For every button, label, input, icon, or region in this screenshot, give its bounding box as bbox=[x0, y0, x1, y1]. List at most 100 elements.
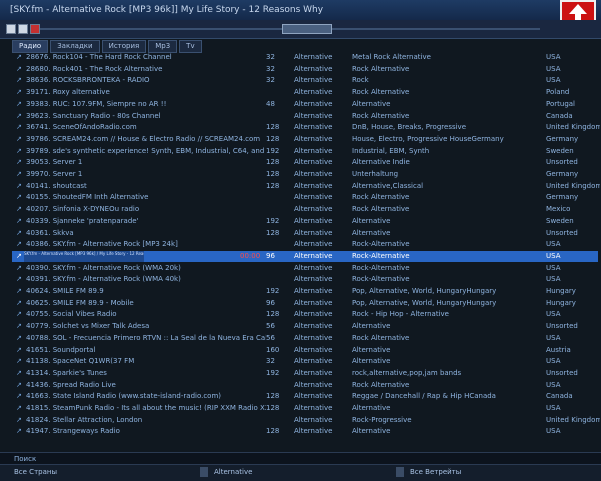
station-row[interactable]: ↗ 36741. SceneOfAndoRadio.com 128 Alternati… bbox=[12, 122, 600, 133]
station-country: Portugal bbox=[546, 99, 575, 108]
station-tags: Alternative bbox=[352, 99, 391, 108]
artist-filter[interactable]: Все Ветрейты bbox=[410, 468, 461, 476]
station-icon: ↗ bbox=[16, 123, 22, 132]
station-country: United Kingdom bbox=[546, 123, 600, 132]
artist-filter-icon bbox=[396, 467, 404, 477]
station-list[interactable]: ↗ 28676. Rock104 - The Hard Rock Channel 3… bbox=[12, 52, 600, 452]
station-icon: ↗ bbox=[16, 404, 22, 412]
station-genre: Alternative bbox=[294, 99, 333, 108]
station-tags: Reggae / Dancehall / Rap & Hip HCanada bbox=[352, 392, 496, 401]
station-row[interactable]: ↗ 28676. Rock104 - The Hard Rock Channel 3… bbox=[12, 52, 598, 63]
station-genre: Alternative bbox=[294, 146, 333, 155]
station-bitrate: 192 bbox=[266, 368, 280, 377]
station-country: Unsorted bbox=[546, 228, 578, 237]
station-tags: Rock-Alternative bbox=[352, 263, 410, 272]
station-name: 41824. Stellar Attraction, London bbox=[26, 415, 143, 424]
station-row[interactable]: ↗ 41314. Sparkie's Tunes 192 Alternative roc… bbox=[12, 368, 598, 379]
station-row[interactable]: ↗ 40788. SOL - Frecuencia Primero RTVN ::… bbox=[12, 333, 598, 344]
station-row[interactable]: ↗ SKY.fm - Alternative Rock [MP3 96k] / M… bbox=[12, 250, 598, 262]
station-genre: Alternative bbox=[294, 427, 333, 436]
station-bitrate: 96 bbox=[266, 251, 275, 260]
station-bitrate: 128 bbox=[266, 228, 280, 237]
station-country: Austria bbox=[546, 345, 571, 354]
station-tags: Rock-Alternative bbox=[352, 240, 410, 249]
play-button[interactable] bbox=[6, 24, 16, 34]
station-genre: Alternative bbox=[294, 170, 333, 178]
station-name: 40390. SKY.fm - Alternative Rock (WMA 20… bbox=[26, 263, 181, 272]
station-row[interactable]: ↗ 39786. SCREAM24.com // House & Electro … bbox=[12, 134, 598, 145]
player-toolbar bbox=[0, 20, 601, 39]
station-tags: Pop, Alternative, World, HungaryHungary bbox=[352, 298, 497, 307]
station-bitrate: 128 bbox=[266, 170, 280, 178]
station-name: 40361. Skkva bbox=[26, 228, 74, 237]
station-row[interactable]: ↗ 39970. Server 1 128 Alternative Unterhaltu… bbox=[12, 169, 598, 180]
seek-thumb[interactable] bbox=[282, 24, 332, 34]
station-name: 40625. SMILE FM 89.9 - Mobile bbox=[26, 298, 134, 307]
station-row[interactable]: ↗ 40390. SKY.fm - Alternative Rock (WMA 2… bbox=[12, 263, 598, 274]
station-name: 41436. Spread Radio Live bbox=[26, 380, 116, 389]
station-row[interactable]: ↗ 40755. Social Vibes Radio 128 Alternative… bbox=[12, 309, 598, 320]
station-country: Poland bbox=[546, 88, 570, 97]
station-row[interactable]: ↗ 40386. SKY.fm - Alternative Rock [MP3 2… bbox=[12, 239, 598, 250]
station-tags: Rock - Hip Hop - Alternative bbox=[352, 310, 449, 319]
station-row[interactable]: ↗ 41663. State Island Radio (www.state-is… bbox=[12, 391, 598, 402]
station-bitrate: 56 bbox=[266, 333, 275, 342]
station-row[interactable]: ↗ 39053. Server 1 128 Alternative Alternativ… bbox=[12, 157, 598, 168]
station-genre: Alternative bbox=[294, 310, 333, 319]
station-name: 41947. Strangeways Radio bbox=[26, 427, 120, 436]
station-row[interactable]: ↗ 40625. SMILE FM 89.9 - Mobile 96 Alternat… bbox=[12, 298, 598, 309]
station-bitrate: 160 bbox=[266, 345, 280, 354]
station-row[interactable]: ↗ 41436. Spread Radio Live Alternative Rock… bbox=[12, 380, 598, 391]
station-row[interactable]: ↗ 40207. Sinfonia X-DYNEOu radio Alternati… bbox=[12, 204, 598, 215]
station-row[interactable]: ↗ 40361. Skkva 128 Alternative Alternative Un… bbox=[12, 228, 598, 239]
station-bitrate: 32 bbox=[266, 64, 275, 73]
station-icon: ↗ bbox=[16, 240, 22, 249]
station-row[interactable]: ↗ 39383. RUC: 107.9FM, Siempre no AR !! 48… bbox=[12, 99, 598, 110]
station-genre: Alternative bbox=[294, 193, 333, 202]
title-bar: [SKY.fm - Alternative Rock [MP3 96k]] My… bbox=[0, 0, 601, 20]
station-row[interactable]: ↗ 40624. SMILE FM 89.9 192 Alternative Pop, … bbox=[12, 286, 598, 297]
station-row[interactable]: ↗ 41815. SteamPunk Radio - Its all about … bbox=[12, 403, 598, 414]
window-title: [SKY.fm - Alternative Rock [MP3 96k]] My… bbox=[10, 5, 324, 15]
station-row[interactable]: ↗ 41138. SpaceNet Q1WR(37 FM 32 Alternative… bbox=[12, 356, 598, 367]
station-row[interactable]: ↗ 41824. Stellar Attraction, London Altern… bbox=[12, 415, 600, 426]
station-row[interactable]: ↗ 28680. Rock401 - The Rock Alternative 32… bbox=[12, 64, 598, 75]
station-row[interactable]: ↗ 40155. ShoutedFM Inth Alternative Altern… bbox=[12, 192, 598, 203]
station-row[interactable]: ↗ 40779. Solchet vs Mixer Talk Adesa 56 Alt… bbox=[12, 321, 598, 332]
station-bitrate: 32 bbox=[266, 357, 275, 366]
station-row[interactable]: ↗ 41651. Soundportal 160 Alternative Alterna… bbox=[12, 345, 598, 356]
station-name: 39786. SCREAM24.com // House & Electro R… bbox=[26, 134, 261, 143]
station-bitrate: 32 bbox=[266, 76, 275, 85]
station-country: Germany bbox=[546, 134, 579, 143]
station-name: 40779. Solchet vs Mixer Talk Adesa bbox=[26, 322, 150, 331]
station-genre: Alternative bbox=[294, 64, 333, 73]
station-row[interactable] bbox=[12, 438, 598, 449]
station-tags: Alternative bbox=[352, 345, 391, 354]
station-icon: ↗ bbox=[16, 392, 22, 401]
station-row[interactable]: ↗ 40391. SKY.fm - Alternative Rock (WMA 4… bbox=[12, 274, 598, 285]
station-tags: Rock bbox=[352, 76, 369, 85]
station-name: 28680. Rock401 - The Rock Alternative bbox=[26, 64, 163, 73]
station-genre: Alternative bbox=[294, 368, 333, 377]
station-country: Germany bbox=[546, 170, 579, 178]
station-tags: rock,alternative,pop,jam bands bbox=[352, 368, 462, 377]
station-icon: ↗ bbox=[16, 170, 22, 178]
station-row[interactable]: ↗ 39171. Roxy alternative Alternative Rock … bbox=[12, 87, 598, 98]
station-icon: ↗ bbox=[16, 111, 22, 120]
record-button[interactable] bbox=[30, 24, 40, 34]
station-row[interactable]: ↗ 38636. ROCKSBRRONTEKA - RADIO 32 Alternat… bbox=[12, 75, 598, 86]
station-country: Unsorted bbox=[546, 368, 578, 377]
station-row[interactable]: ↗ 41947. Strangeways Radio 128 Alternative A… bbox=[12, 426, 598, 437]
station-country: USA bbox=[546, 310, 561, 319]
station-genre: Alternative bbox=[294, 251, 333, 260]
country-filter[interactable]: Все Страны bbox=[14, 468, 57, 476]
stop-button[interactable] bbox=[18, 24, 28, 34]
station-row[interactable]: ↗ 40141. shoutcast 128 Alternative Alternati… bbox=[12, 181, 600, 192]
station-row[interactable]: ↗ 39789. sde's synthetic experience! Synt… bbox=[12, 146, 598, 157]
station-bitrate: 96 bbox=[266, 298, 275, 307]
station-icon: ↗ bbox=[16, 322, 22, 331]
station-name: 40207. Sinfonia X-DYNEOu radio bbox=[26, 205, 140, 214]
station-row[interactable]: ↗ 39623. Sanctuary Radio - 80s Channel Alt… bbox=[12, 111, 598, 122]
genre-filter[interactable]: Alternative bbox=[214, 468, 252, 476]
station-row[interactable]: ↗ 40339. Sjanneke 'pratenparade' 192 Altern… bbox=[12, 216, 598, 227]
